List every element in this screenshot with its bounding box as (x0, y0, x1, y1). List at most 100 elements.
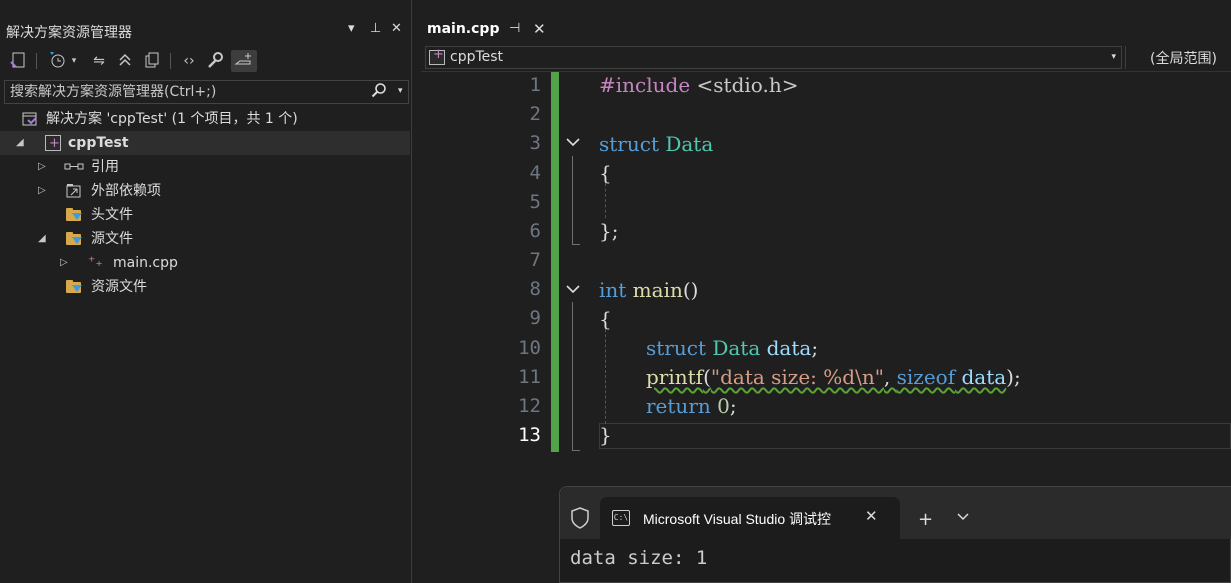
tree-item-external-dependencies[interactable]: ▷ 外部依赖项 (0, 179, 410, 203)
expand-arrow-icon[interactable]: ▷ (38, 179, 46, 203)
code-line-1: #include <stdio.h> (599, 73, 798, 97)
search-input[interactable] (5, 81, 365, 103)
token-variable: data (955, 365, 1007, 389)
project-label: cppTest (68, 135, 129, 151)
line-number: 7 (529, 249, 541, 271)
chevron-down-icon[interactable] (957, 511, 969, 526)
line-number: 4 (529, 162, 541, 184)
indent-guide (605, 324, 606, 424)
line-number: 9 (529, 307, 541, 329)
search-options-dropdown-icon[interactable]: ▾ (398, 86, 403, 96)
console-tab[interactable]: C:\ Microsoft Visual Studio 调试控 ✕ (600, 497, 900, 539)
current-line-highlight (599, 423, 1231, 449)
pin-icon[interactable]: ⊥ (370, 21, 381, 36)
document-tab-strip: main.cpp ⊣ ✕ (421, 18, 1231, 44)
token-semicolon: ; (811, 336, 819, 360)
switch-views-icon[interactable] (8, 50, 30, 72)
code-line-4: { (599, 161, 612, 185)
cpp-file-icon: ⁺₊ (88, 254, 103, 270)
solution-explorer-title: 解决方案资源管理器 (6, 25, 132, 41)
external-dependencies-icon (66, 183, 82, 199)
token-brace: { (599, 307, 612, 331)
search-icon[interactable] (371, 82, 387, 102)
close-tab-icon[interactable]: ✕ (533, 20, 546, 38)
token-variable: data (760, 336, 812, 360)
solution-label: 解决方案 'cppTest' (1 个项目，共 1 个) (46, 111, 298, 127)
tree-item-source-files[interactable]: ◢ 源文件 (0, 227, 410, 251)
token-number: 0 (710, 394, 730, 418)
collapse-all-icon[interactable] (114, 50, 136, 72)
preview-selected-items-icon[interactable] (231, 50, 257, 72)
token-keyword: sizeof (896, 365, 956, 389)
tree-item-references[interactable]: ▷ 引用 (0, 155, 410, 179)
properties-wrench-icon[interactable] (204, 50, 226, 72)
debug-console-window: C:\ Microsoft Visual Studio 调试控 ✕ + data… (559, 486, 1231, 583)
collapse-arrow-icon[interactable]: ◢ (38, 227, 46, 251)
token-brace: { (599, 161, 612, 185)
expand-arrow-icon[interactable]: ▷ (60, 251, 68, 275)
token-comma: , (883, 365, 897, 389)
terminal-icon: C:\ (612, 510, 630, 526)
chevron-down-icon[interactable]: ▾ (1111, 52, 1116, 62)
line-number: 6 (529, 220, 541, 242)
token-paren: ); (1006, 365, 1021, 389)
references-label: 引用 (91, 159, 119, 175)
code-line-6: }; (599, 219, 618, 243)
tree-item-resource-files[interactable]: 资源文件 (0, 275, 410, 299)
main-cpp-label: main.cpp (113, 255, 178, 271)
change-tracking-bar (551, 72, 559, 452)
line-number: 5 (529, 191, 541, 213)
line-number-current: 13 (518, 424, 541, 446)
line-number: 1 (529, 74, 541, 96)
sync-with-active-document-icon[interactable]: ⇋ (88, 50, 110, 72)
show-all-files-icon[interactable] (141, 50, 163, 72)
console-output: data size: 1 (570, 547, 708, 569)
tab-main-cpp[interactable]: main.cpp ⊣ ✕ (421, 18, 557, 44)
collapse-arrow-icon[interactable]: ◢ (16, 131, 24, 155)
token-function: printf (646, 365, 704, 389)
token-keyword: struct (646, 336, 706, 360)
scope-dropdown[interactable]: (全局范围) (1125, 46, 1231, 69)
tab-label: main.cpp (427, 21, 500, 37)
token-type: Data (705, 336, 761, 360)
solution-explorer-titlebar: 解决方案资源管理器 ▾ ⊥ ✕ (0, 18, 412, 44)
pin-tab-icon[interactable]: ⊣ (509, 21, 520, 36)
token-string: "data size: %d\n" (710, 365, 884, 389)
project-dropdown[interactable]: cppTest ▾ (425, 46, 1122, 69)
code-line-10: struct Data data; (646, 336, 818, 360)
token-directive: #include (599, 73, 691, 97)
token-semicolon: ; (729, 394, 737, 418)
outline-guide-end (572, 244, 580, 245)
tree-item-main-cpp[interactable]: ▷ ⁺₊ main.cpp (0, 251, 410, 275)
line-number: 11 (518, 366, 541, 388)
line-number: 2 (529, 103, 541, 125)
shield-icon (570, 507, 590, 533)
new-tab-plus-icon[interactable]: + (918, 509, 933, 530)
pending-changes-filter-icon[interactable] (46, 50, 68, 72)
tree-item-solution[interactable]: 解决方案 'cppTest' (1 个项目，共 1 个) (0, 107, 410, 131)
filter-folder-icon (66, 232, 82, 248)
view-code-icon[interactable]: ‹› (178, 50, 200, 72)
token-keyword: int (599, 278, 627, 302)
tree-item-header-files[interactable]: 头文件 (0, 203, 410, 227)
solution-explorer-search[interactable]: ▾ (4, 80, 409, 104)
navigation-bar: cppTest ▾ (全局范围) (421, 44, 1231, 72)
code-editor[interactable]: 1 2 3 4 5 6 7 8 9 10 11 12 13 #include <… (421, 72, 1231, 452)
close-panel-icon[interactable]: ✕ (391, 21, 402, 36)
solution-explorer-toolbar: ▾ ⇋ ‹› (0, 46, 412, 76)
external-dependencies-label: 外部依赖项 (91, 183, 161, 199)
line-number: 8 (529, 278, 541, 300)
panel-options-dropdown-icon[interactable]: ▾ (348, 21, 355, 36)
code-line-12: return 0; (646, 394, 737, 418)
tree-item-project[interactable]: ◢ cppTest (0, 131, 410, 156)
close-tab-icon[interactable]: ✕ (865, 507, 878, 525)
filter-folder-icon (66, 208, 82, 224)
toolbar-separator (170, 53, 171, 69)
fold-chevron-icon[interactable] (565, 281, 581, 301)
fold-chevron-icon[interactable] (565, 134, 581, 154)
expand-arrow-icon[interactable]: ▷ (38, 155, 46, 179)
cpp-project-icon (45, 132, 61, 156)
filter-dropdown-icon[interactable]: ▾ (68, 50, 80, 72)
token-keyword: struct (599, 132, 659, 156)
resource-files-label: 资源文件 (91, 279, 147, 295)
